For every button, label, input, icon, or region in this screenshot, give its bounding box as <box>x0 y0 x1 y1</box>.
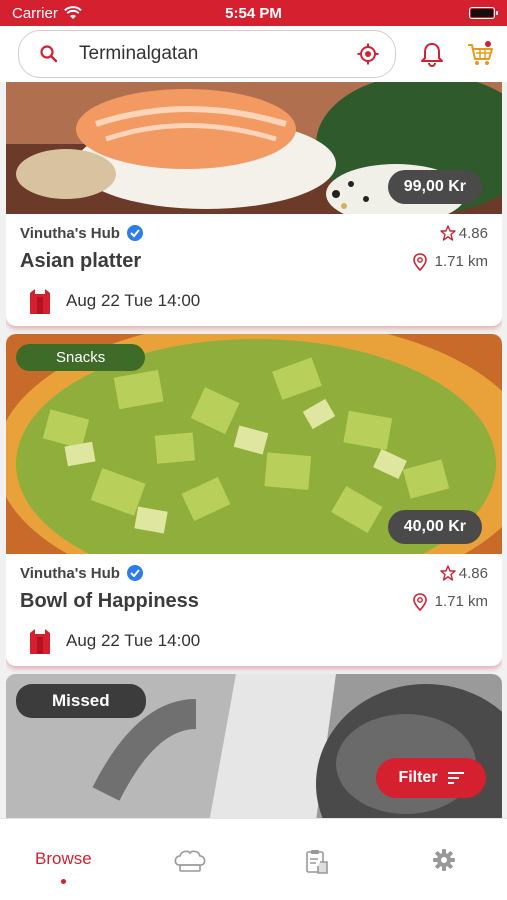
verified-icon <box>126 565 143 581</box>
distance: 1.71 km <box>412 592 488 611</box>
pickup-time: Aug 22 Tue 14:00 <box>66 631 201 650</box>
card-info: Vinutha's Hub 4.86 Asian platter 1.71 km… <box>6 214 502 326</box>
search-input[interactable] <box>79 43 357 65</box>
orders-icon <box>306 850 328 874</box>
bell-icon[interactable] <box>418 40 446 68</box>
search-bar[interactable] <box>18 30 396 78</box>
distance-value: 1.71 km <box>434 253 488 270</box>
rating: 4.86 <box>440 225 488 242</box>
tab-browse-label: Browse <box>35 849 92 868</box>
tab-orders[interactable] <box>254 819 381 900</box>
bag-icon <box>30 289 50 314</box>
item-title: Bowl of Happiness <box>20 590 199 612</box>
card-info: Vinutha's Hub 4.86 Bowl of Happiness 1.7… <box>6 554 502 666</box>
bottom-tab-bar: Browse <box>0 818 507 900</box>
pickup-time: Aug 22 Tue 14:00 <box>66 291 201 310</box>
missed-tag: Missed <box>16 684 146 718</box>
tab-browse[interactable]: Browse <box>0 819 127 900</box>
battery-icon <box>469 7 498 19</box>
location-pin-icon <box>412 252 427 271</box>
cart-icon[interactable] <box>466 40 494 68</box>
item-title: Asian platter <box>20 250 142 272</box>
vendor: Vinutha's Hub <box>20 224 144 242</box>
price-tag: 40,00 Kr <box>387 510 482 544</box>
filter-lines-icon <box>447 772 464 784</box>
gear-icon <box>432 849 455 871</box>
app-screen: Carrier 5:54 PM Terminalgatan 99,00 Kr V… <box>0 0 507 900</box>
vendor-name: Vinutha's Hub <box>20 224 120 242</box>
food-card[interactable]: Snacks 40,00 Kr Vinutha's Hub 4.86 Bowl … <box>6 334 502 666</box>
filter-label: Filter <box>398 769 438 786</box>
category-tag: Snacks <box>16 344 146 371</box>
search-icon <box>40 45 58 63</box>
chef-hat-icon <box>174 850 206 872</box>
star-icon <box>440 225 456 241</box>
food-feed[interactable]: 99,00 Kr Vinutha's Hub 4.86 Asian platte… <box>6 82 502 818</box>
wifi-icon <box>63 6 82 19</box>
vendor: Vinutha's Hub <box>20 564 144 582</box>
tab-settings[interactable] <box>380 819 507 900</box>
status-bar: Carrier 5:54 PM <box>0 0 507 26</box>
active-indicator <box>60 879 66 884</box>
vendor-name: Vinutha's Hub <box>20 564 120 582</box>
sushi-photo: 99,00 Kr <box>6 82 502 214</box>
location-pin-icon <box>412 592 427 611</box>
star-icon <box>440 565 456 581</box>
verified-icon <box>126 225 143 241</box>
avocado-photo: Snacks 40,00 Kr <box>6 334 502 554</box>
status-left: Carrier <box>12 5 82 22</box>
distance: 1.71 km <box>412 252 488 271</box>
bag-icon <box>30 629 50 654</box>
locate-icon[interactable] <box>357 43 379 65</box>
rating-value: 4.86 <box>458 564 488 582</box>
carrier-label: Carrier <box>12 4 58 22</box>
distance-value: 1.71 km <box>434 593 488 610</box>
header <box>0 26 507 82</box>
filter-button[interactable]: Filter <box>376 758 486 798</box>
tab-chef[interactable] <box>127 819 254 900</box>
rating: 4.86 <box>440 565 488 582</box>
price-tag: 99,00 Kr <box>387 170 482 204</box>
food-card[interactable]: 99,00 Kr Vinutha's Hub 4.86 Asian platte… <box>6 82 502 326</box>
rating-value: 4.86 <box>458 224 488 242</box>
